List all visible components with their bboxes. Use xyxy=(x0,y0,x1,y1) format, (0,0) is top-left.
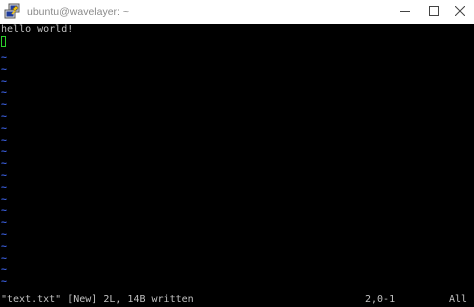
empty-line-tilde: ~ xyxy=(1,99,8,110)
empty-line-tilde: ~ xyxy=(1,229,8,240)
empty-line-tilde: ~ xyxy=(1,276,8,287)
buffer-line-1: hello world! xyxy=(1,24,74,35)
scroll-indicator: All xyxy=(449,294,468,305)
window-title: ubuntu@wavelayer: ~ xyxy=(27,6,130,18)
empty-line-tilde: ~ xyxy=(1,182,8,193)
empty-line-tilde: ~ xyxy=(1,217,8,228)
empty-line-tilde: ~ xyxy=(1,241,8,252)
empty-line-tilde: ~ xyxy=(1,87,8,98)
empty-line-tilde: ~ xyxy=(1,64,8,75)
minimize-icon xyxy=(400,3,410,21)
empty-line-tilde: ~ xyxy=(1,158,8,169)
close-button[interactable] xyxy=(445,0,474,24)
status-message: "text.txt" [New] 2L, 14B written xyxy=(1,294,194,305)
empty-line-tilde: ~ xyxy=(1,205,8,216)
empty-line-tilde: ~ xyxy=(1,111,8,122)
text-cursor xyxy=(1,36,6,47)
title-bar[interactable]: ubuntu@wavelayer: ~ xyxy=(0,0,474,24)
empty-line-tilde: ~ xyxy=(1,146,8,157)
empty-line-tilde: ~ xyxy=(1,170,8,181)
status-line: "text.txt" [New] 2L, 14B written 2,0-1 A… xyxy=(1,294,473,306)
terminal-area[interactable]: hello world! ~ ~ ~ ~ ~ ~ ~ ~ ~ ~ ~ ~ ~ ~ ~ ~ ~ ~ ~ ~ "text.… xyxy=(0,24,474,307)
empty-line-tilde: ~ xyxy=(1,264,8,275)
cursor-position: 2,0-1 xyxy=(365,294,396,305)
close-icon xyxy=(454,3,465,21)
terminal-window: ubuntu@wavelayer: ~ hello world! ~ ~ ~ ~ ~ ~ ~… xyxy=(0,0,474,307)
empty-line-tilde: ~ xyxy=(1,52,8,63)
putty-icon[interactable] xyxy=(4,3,21,20)
empty-line-tilde: ~ xyxy=(1,123,8,134)
maximize-icon xyxy=(429,3,439,21)
